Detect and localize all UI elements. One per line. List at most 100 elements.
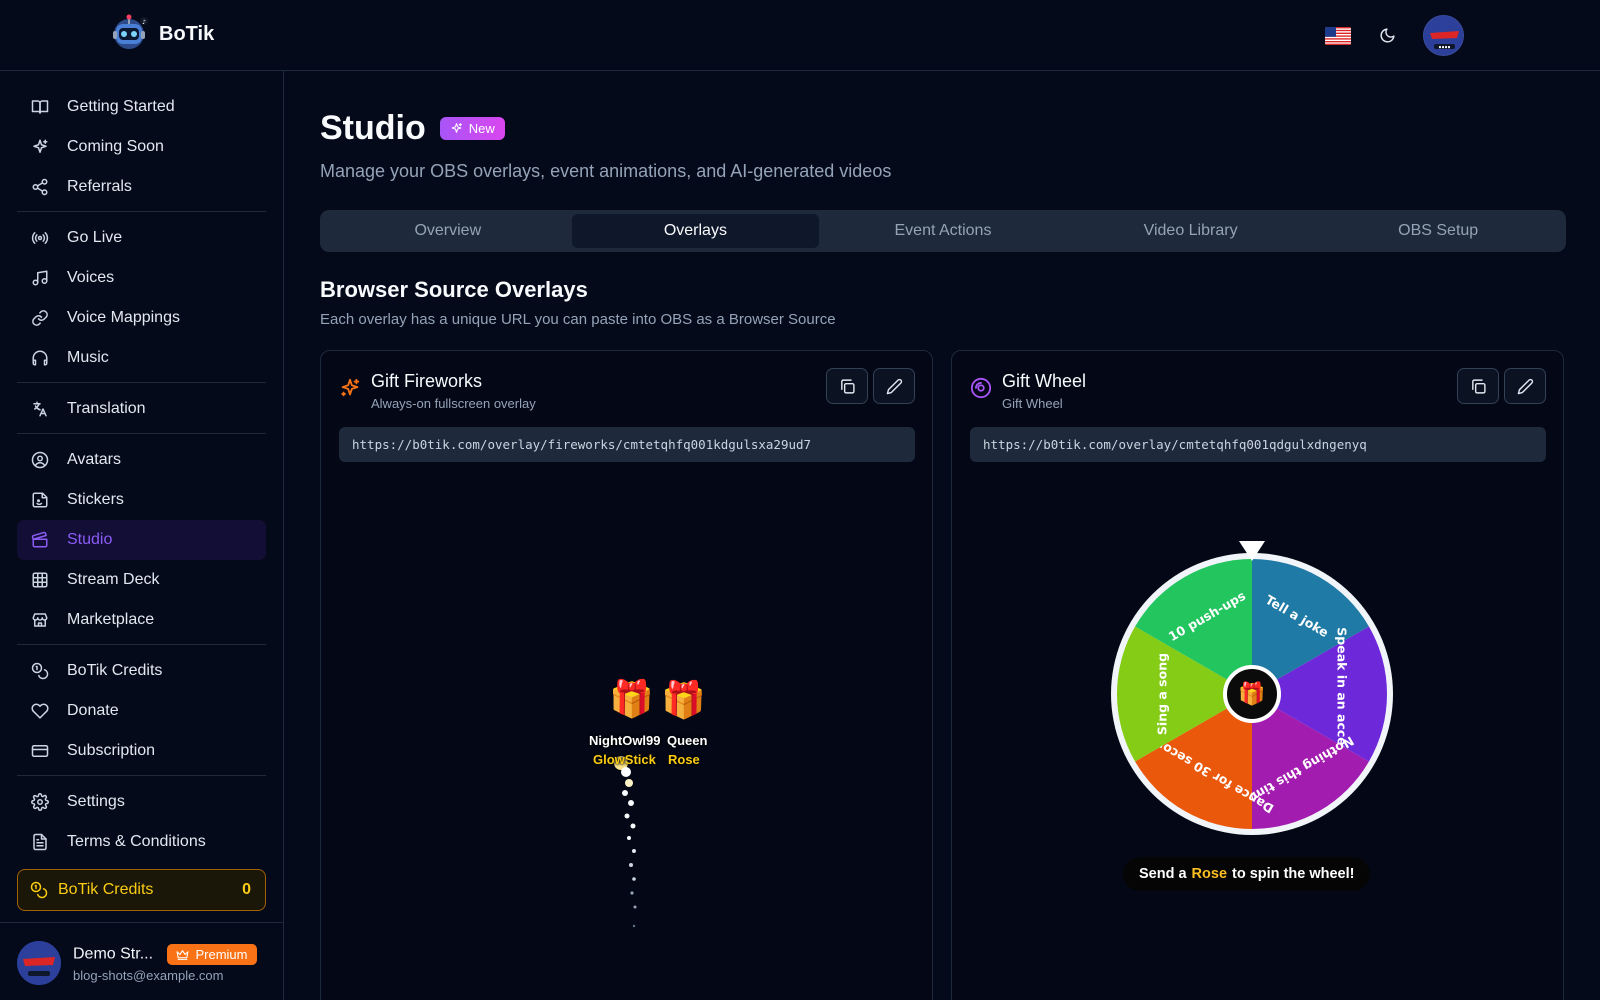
card-header: Gift Wheel Gift Wheel [970, 371, 1086, 411]
radio-icon [31, 229, 49, 247]
sidebar-item-label: Terms & Conditions [67, 833, 206, 850]
overlay-card-fireworks: Gift Fireworks Always-on fullscreen over… [320, 350, 933, 1000]
sparkles-icon [31, 138, 49, 156]
grid-icon [31, 571, 49, 589]
page-header: Studio New [320, 109, 505, 148]
sidebar-item-stickers[interactable]: Stickers [17, 480, 266, 520]
tab-video-library[interactable]: Video Library [1067, 214, 1315, 248]
sparkles-icon [451, 123, 462, 133]
fireworks-preview: 🎁 🎁 NightOwl99 Queen GlowStick Rose [321, 471, 934, 1000]
edit-button[interactable] [873, 368, 915, 404]
credits-label: BoTik Credits [58, 881, 154, 898]
sidebar-divider [17, 775, 266, 776]
page-subtitle: Manage your OBS overlays, event animatio… [320, 161, 892, 181]
sidebar-item-label: Getting Started [67, 98, 175, 115]
sidebar-item-donate[interactable]: Donate [17, 691, 266, 731]
card-title: Gift Fireworks [371, 371, 483, 391]
sidebar-item-label: Marketplace [67, 611, 155, 628]
fireworks-gift-label: GlowStick [593, 752, 656, 767]
brand-name: BoTik [159, 22, 215, 45]
sidebar-divider [17, 382, 266, 383]
moon-icon [1380, 28, 1395, 43]
sidebar-item-label: Coming Soon [67, 138, 164, 155]
theme-toggle-button[interactable] [1373, 22, 1401, 50]
sticker-icon [31, 491, 49, 509]
robot-logo-icon: ♪ [107, 14, 151, 54]
coins-icon [31, 662, 49, 680]
fireworks-user-label: NightOwl99 [589, 733, 661, 748]
sidebar-nav: Getting Started Coming Soon Referrals Go… [0, 71, 283, 862]
copy-url-button[interactable] [826, 368, 868, 404]
music-note-icon [31, 269, 49, 287]
fireworks-gift-label: Rose [668, 752, 700, 767]
copy-icon [1471, 378, 1486, 394]
card-actions [826, 368, 915, 404]
sidebar-item-voice-mappings[interactable]: Voice Mappings [17, 298, 266, 338]
sidebar-item-label: Music [67, 349, 109, 366]
caption-text: Send a [1139, 866, 1187, 882]
sidebar-item-marketplace[interactable]: Marketplace [17, 600, 266, 640]
sidebar-item-label: Stickers [67, 491, 124, 508]
clapperboard-icon [31, 531, 49, 549]
tab-obs-setup[interactable]: OBS Setup [1314, 214, 1562, 248]
crown-icon [177, 949, 189, 960]
card-subtitle: Always-on fullscreen overlay [371, 396, 536, 411]
book-open-icon [31, 98, 49, 116]
svg-text:▪▪▪▪: ▪▪▪▪ [1438, 45, 1450, 51]
sidebar-item-getting-started[interactable]: Getting Started [17, 87, 266, 127]
sidebar-item-studio[interactable]: Studio [17, 520, 266, 560]
user-avatar[interactable]: ▪▪▪▪ [1423, 15, 1464, 56]
new-badge-label: New [468, 121, 495, 136]
user-profile[interactable]: Demo Str... Premium blog-shots@example.c… [17, 937, 272, 989]
gift-icon: 🎁 [661, 679, 706, 720]
translate-icon [31, 400, 49, 418]
sidebar-item-go-live[interactable]: Go Live [17, 218, 266, 258]
top-header: ♪ BoTik ▪▪▪▪ [0, 0, 1600, 71]
user-name: Demo Str... [73, 945, 154, 963]
target-icon [970, 377, 992, 411]
tab-overlays[interactable]: Overlays [571, 214, 820, 248]
gift-icon: 🎁 [1238, 681, 1265, 706]
sidebar-divider [17, 644, 266, 645]
sidebar-item-terms[interactable]: Terms & Conditions [17, 822, 266, 862]
page-title: Studio [320, 109, 426, 147]
sidebar-item-label: Stream Deck [67, 571, 160, 588]
sidebar-item-botik-credits[interactable]: BoTik Credits [17, 651, 266, 691]
sidebar-item-label: Go Live [67, 229, 123, 246]
sidebar-item-coming-soon[interactable]: Coming Soon [17, 127, 266, 167]
sidebar-item-subscription[interactable]: Subscription [17, 731, 266, 771]
sidebar-item-label: Donate [67, 702, 119, 719]
sidebar-item-translation[interactable]: Translation [17, 389, 266, 429]
sidebar: Getting Started Coming Soon Referrals Go… [0, 71, 284, 1000]
store-icon [31, 611, 49, 629]
edit-button[interactable] [1504, 368, 1546, 404]
main-content: Studio New Manage your OBS overlays, eve… [284, 71, 1600, 1000]
top-actions: ▪▪▪▪ [1325, 15, 1464, 56]
sidebar-item-music[interactable]: Music [17, 338, 266, 378]
us-flag-icon[interactable] [1325, 26, 1351, 45]
card-title: Gift Wheel [1002, 371, 1087, 391]
sidebar-item-label: Settings [67, 793, 125, 810]
sidebar-item-referrals[interactable]: Referrals [17, 167, 266, 207]
copy-url-button[interactable] [1457, 368, 1499, 404]
sidebar-item-avatars[interactable]: Avatars [17, 440, 266, 480]
sidebar-divider [17, 211, 266, 212]
sidebar-divider [0, 922, 284, 923]
share-icon [31, 178, 49, 196]
sidebar-item-label: Referrals [67, 178, 132, 195]
overlay-url-field[interactable]: https://b0tik.com/overlay/fireworks/cmte… [339, 427, 915, 462]
sidebar-item-voices[interactable]: Voices [17, 258, 266, 298]
tab-event-actions[interactable]: Event Actions [819, 214, 1067, 248]
brand[interactable]: ♪ BoTik [107, 14, 214, 54]
overlay-url-field[interactable]: https://b0tik.com/overlay/cmtetqhfq001qd… [970, 427, 1546, 462]
tab-overview[interactable]: Overview [324, 214, 572, 248]
premium-label: Premium [195, 946, 248, 962]
sidebar-item-stream-deck[interactable]: Stream Deck [17, 560, 266, 600]
section-subtitle: Each overlay has a unique URL you can pa… [320, 311, 836, 328]
avatar [17, 941, 61, 985]
pencil-icon [1517, 378, 1533, 394]
credits-balance[interactable]: BoTik Credits 0 [17, 869, 266, 911]
user-email: blog-shots@example.com [73, 967, 224, 983]
sidebar-item-settings[interactable]: Settings [17, 782, 266, 822]
heart-icon [31, 702, 49, 720]
